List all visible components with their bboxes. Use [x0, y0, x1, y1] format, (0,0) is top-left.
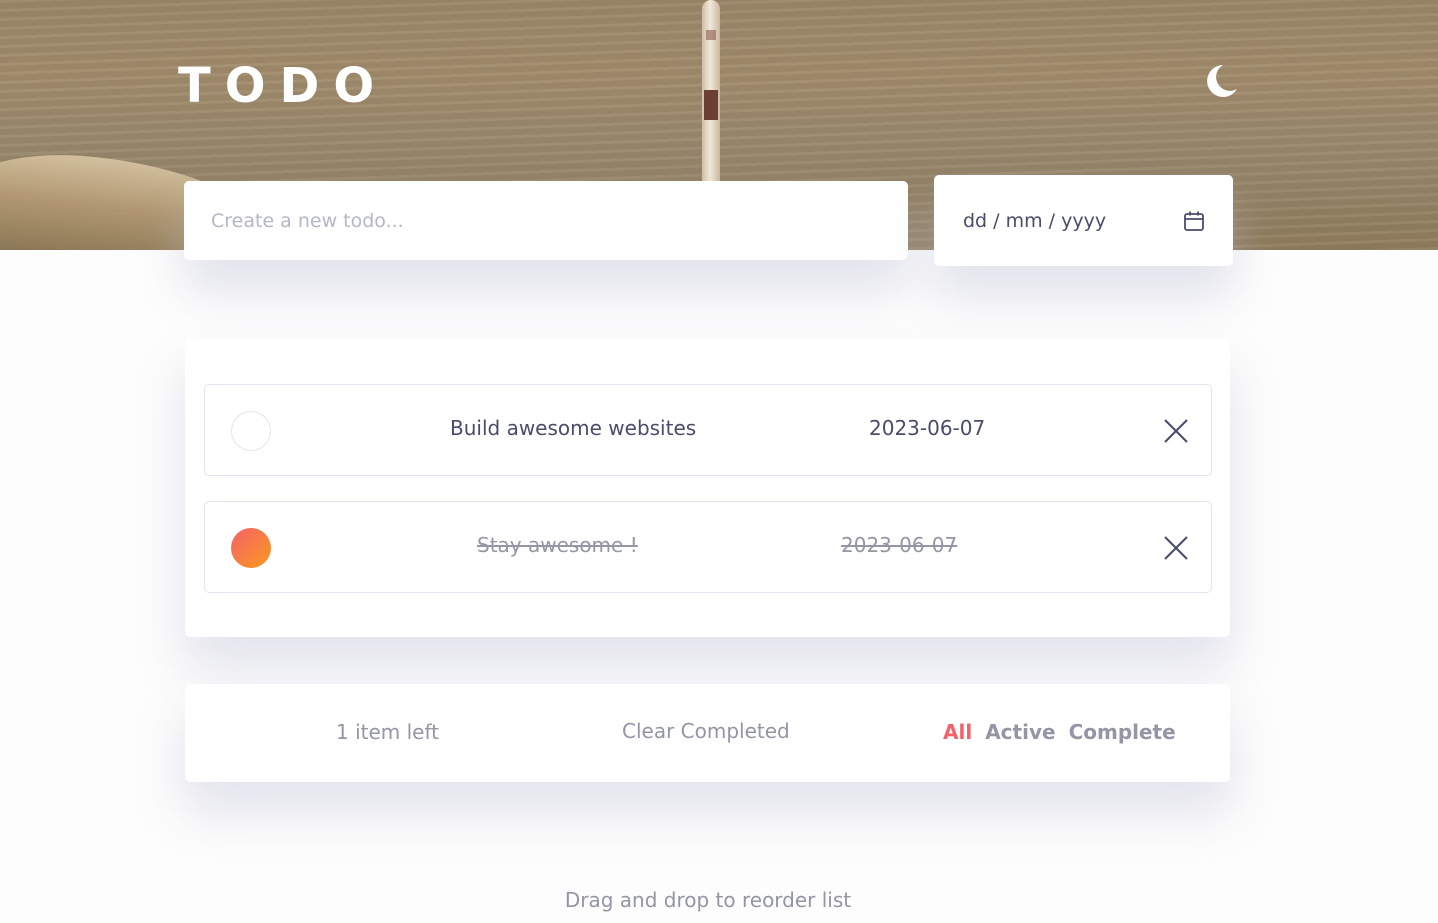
- todo-list: Build awesome websites 2023-06-07 Stay a…: [185, 339, 1230, 637]
- todo-date: 2023-06-07: [869, 416, 986, 440]
- app-title: TODO: [178, 58, 389, 114]
- filter-active[interactable]: Active: [985, 720, 1055, 744]
- close-icon[interactable]: [1163, 535, 1189, 561]
- rocket-band: [704, 90, 718, 120]
- filter-complete[interactable]: Complete: [1069, 720, 1176, 744]
- complete-checkbox[interactable]: [231, 528, 271, 568]
- items-left-count: 1 item left: [336, 720, 440, 744]
- todo-text: Stay awesome !: [477, 533, 638, 557]
- todo-footer: 1 item left Clear Completed All Active C…: [185, 684, 1230, 782]
- date-value: dd / mm / yyyy: [963, 209, 1107, 232]
- filter-all[interactable]: All: [943, 720, 972, 744]
- todo-item[interactable]: Stay awesome ! 2023-06-07: [204, 501, 1212, 593]
- drag-hint: Drag and drop to reorder list: [564, 888, 852, 912]
- todo-text: Build awesome websites: [450, 416, 697, 440]
- rocket-flag: [706, 30, 716, 40]
- new-todo-input[interactable]: [211, 209, 871, 232]
- rocket-image: [702, 0, 720, 182]
- close-icon[interactable]: [1163, 418, 1189, 444]
- todo-date: 2023-06-07: [841, 533, 958, 557]
- calendar-icon[interactable]: [1183, 210, 1205, 232]
- filter-group: All Active Complete: [943, 684, 1176, 780]
- moon-icon: [1207, 65, 1237, 97]
- due-date-picker[interactable]: dd / mm / yyyy: [934, 175, 1233, 266]
- new-todo-field[interactable]: [184, 181, 908, 260]
- clear-completed-button[interactable]: Clear Completed: [622, 684, 790, 778]
- complete-checkbox[interactable]: [231, 411, 271, 451]
- todo-item[interactable]: Build awesome websites 2023-06-07: [204, 384, 1212, 476]
- theme-toggle-button[interactable]: [1203, 62, 1239, 100]
